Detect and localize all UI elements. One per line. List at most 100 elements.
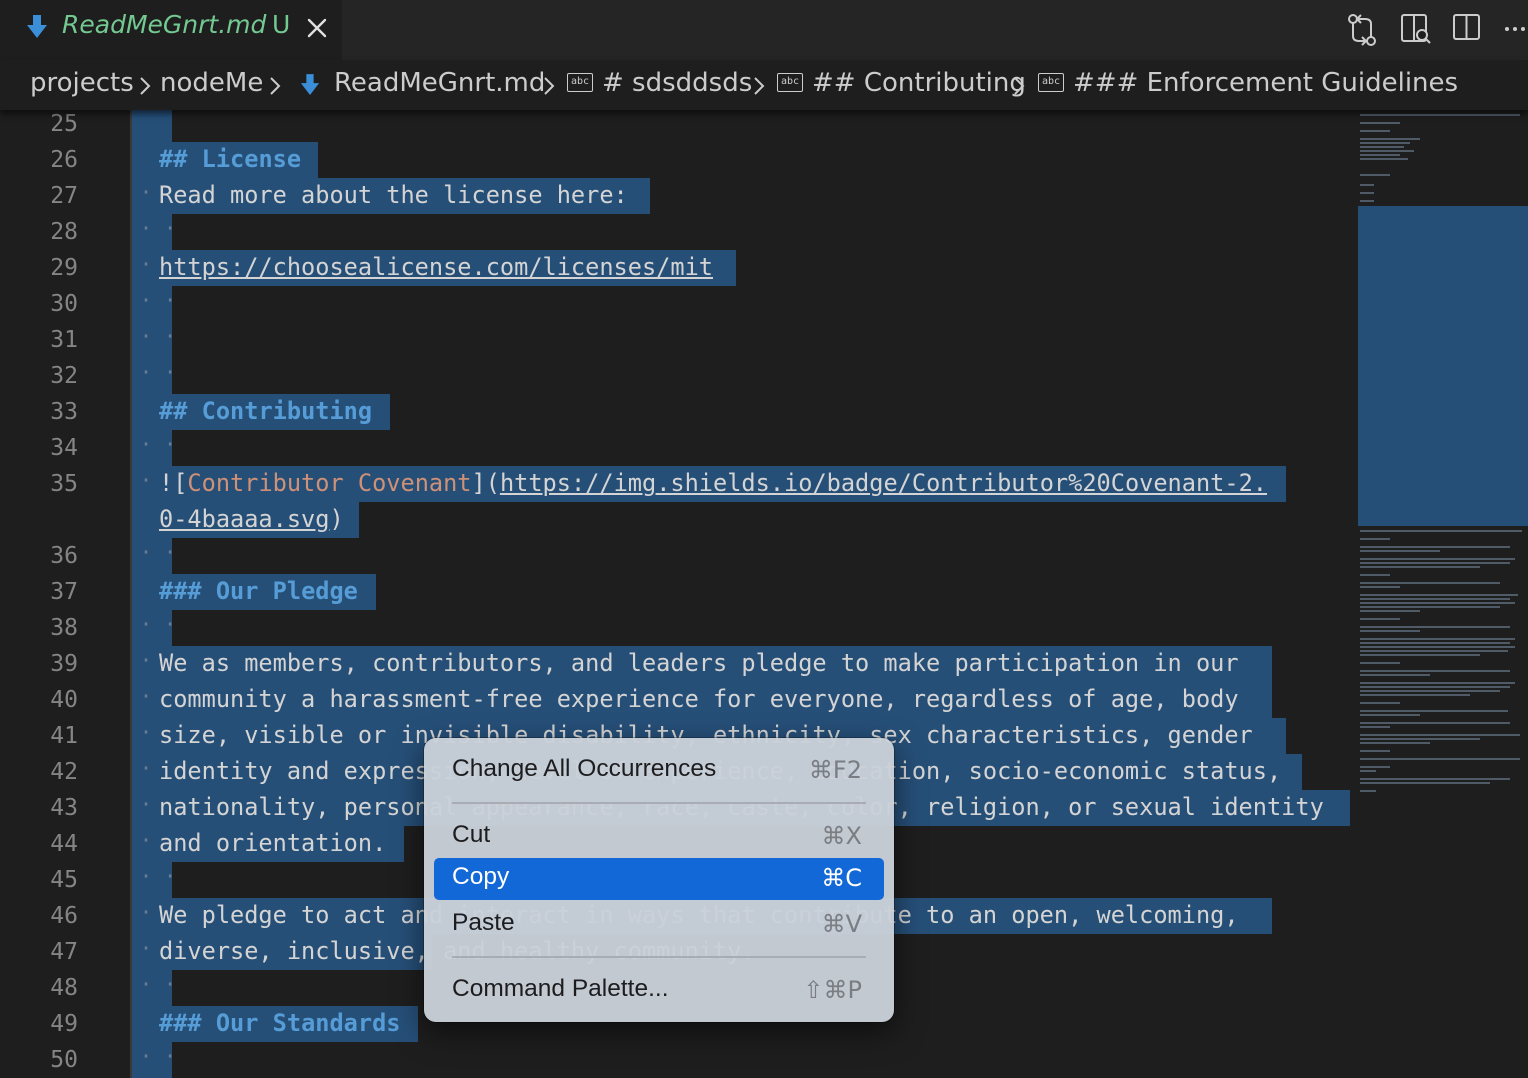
markdown-arrow-icon [300,74,320,95]
minimap-line [1360,200,1374,202]
minimap-line [1360,766,1390,768]
whitespace-marker: · [140,720,153,744]
breadcrumb-item-h2[interactable]: ## Contributing [812,68,1026,98]
whitespace-marker: · · [140,216,177,240]
minimap-line [1360,650,1508,652]
minimap-line [1360,150,1414,152]
menu-item-copy[interactable]: Copy ⌘C [434,858,884,900]
whitespace-marker: · [140,900,153,924]
minimap-line [1360,630,1420,632]
chevron-right-icon [140,77,151,95]
line-number: 27 [50,183,78,209]
minimap-line [1360,574,1390,576]
code-line-29: https://choosealicense.com/licenses/mit [159,253,713,281]
menu-item-label: Cut [452,821,491,848]
line-number: 30 [50,291,78,317]
heading-text: Contributing [201,397,373,425]
line-number: 42 [50,759,78,785]
chevron-right-icon [544,77,555,95]
image-alt-text: Contributor Covenant [187,469,472,497]
line-number: 28 [50,219,78,245]
menu-item-command-palette[interactable]: Command Palette... ⇧⌘P [434,970,884,1012]
minimap[interactable] [1350,106,1528,1078]
line-number: 46 [50,903,78,929]
whitespace-marker: · [140,648,153,672]
line-number: 45 [50,867,78,893]
line-number: 32 [50,363,78,389]
minimap-line [1360,674,1430,676]
whitespace-marker: · · [140,1044,177,1068]
menu-separator [452,802,866,804]
minimap-line [1360,582,1500,584]
line-number: 50 [50,1047,78,1073]
symbol-string-icon: abc [1038,73,1064,92]
editor-tab[interactable]: ReadMeGnrt.md U [0,0,342,60]
minimap-line [1360,690,1500,692]
breadcrumb-item-h1[interactable]: # sdsddsds [602,68,752,98]
whitespace-marker: · · [140,324,177,348]
menu-item-label: Change All Occurrences [452,755,717,782]
minimap-line [1360,122,1400,124]
breadcrumb-item-nodeme[interactable]: nodeMe [160,68,263,98]
minimap-line [1360,646,1515,648]
menu-item-label: Copy [452,863,510,890]
menu-item-shortcut: ⌘C [821,864,862,892]
menu-item-paste[interactable]: Paste ⌘V [434,904,884,946]
minimap-line [1360,562,1510,564]
code-line-40: community a harassment-free experience f… [159,685,1239,713]
heading-marker: ## [159,145,188,173]
code-line-44: and orientation. [159,829,387,857]
close-icon[interactable] [305,16,329,40]
line-number: 43 [50,795,78,821]
whitespace-marker: · [140,792,153,816]
minimap-selection [1358,206,1528,526]
code-line-33: ## Contributing [159,397,372,425]
url-link[interactable]: https://img.shields.io/badge/Contributor… [500,469,1267,497]
heading-marker: ### [159,1009,202,1037]
open-preview-side-icon[interactable] [1400,12,1432,46]
line-number: 33 [50,399,78,425]
line-number: 49 [50,1011,78,1037]
heading-marker: ### [159,577,202,605]
vscode-window: ReadMeGnrt.md U projects nodeMe ReadMeGn… [0,0,1528,1078]
code-line-35: ![Contributor Covenant](https://img.shie… [159,469,1267,497]
menu-item-shortcut: ⌘F2 [808,756,862,784]
minimap-line [1360,654,1480,656]
breadcrumb-item-h3[interactable]: ### Enforcement Guidelines [1073,68,1458,98]
context-menu: Change All Occurrences ⌘F2 Cut ⌘X Copy ⌘… [424,738,894,1022]
whitespace-marker: · [140,756,153,780]
heading-marker: ## [159,397,188,425]
breadcrumb-item-file[interactable]: ReadMeGnrt.md [334,68,545,98]
compare-changes-icon[interactable] [1345,12,1379,48]
minimap-line [1360,642,1510,644]
minimap-line [1360,192,1374,194]
minimap-line [1360,734,1520,736]
line-number: 31 [50,327,78,353]
code-line-27: Read more about the license here: [159,181,628,209]
more-actions-icon[interactable] [1502,12,1528,44]
minimap-line [1360,174,1390,176]
url-link[interactable]: https://choosealicense.com/licenses/mit [159,253,713,281]
minimap-line [1360,610,1420,612]
symbol-string-icon: abc [777,73,803,92]
split-editor-icon[interactable] [1452,12,1482,44]
code-line-35-wrap: 0-4baaaa.svg) [159,505,344,533]
breadcrumb-item-projects[interactable]: projects [30,68,134,98]
minimap-line [1360,138,1420,140]
menu-item-change-all-occurrences[interactable]: Change All Occurrences ⌘F2 [434,750,884,792]
line-number: 25 [50,111,78,137]
minimap-line [1360,682,1515,684]
menu-item-cut[interactable]: Cut ⌘X [434,816,884,858]
minimap-line [1360,722,1510,724]
minimap-line [1360,158,1408,160]
whitespace-marker: · · [140,540,177,564]
minimap-line [1360,602,1515,604]
minimap-line [1360,694,1470,696]
code-line-37: ### Our Pledge [159,577,358,605]
minimap-line [1360,154,1400,156]
line-number: 38 [50,615,78,641]
whitespace-marker: · [140,684,153,708]
whitespace-marker: · [140,936,153,960]
url-link[interactable]: 0-4baaaa.svg [159,505,329,533]
line-number: 35 [50,471,78,497]
